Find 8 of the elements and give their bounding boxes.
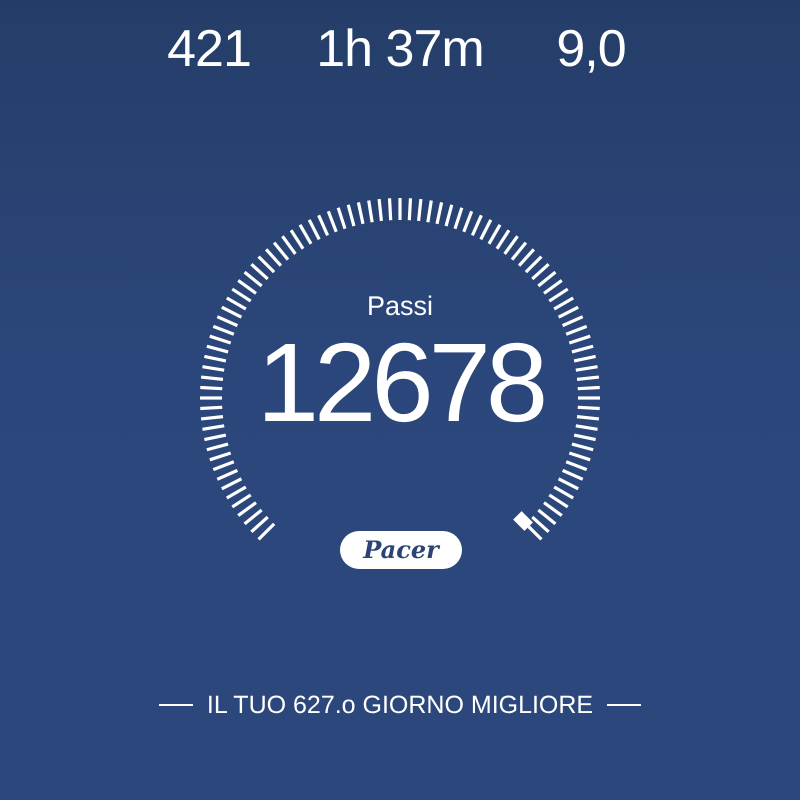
stat-value: 1h 37m	[316, 20, 484, 78]
best-day-caption: IL TUO 627.o GIORNO MIGLIORE	[206, 690, 594, 720]
steps-count: 12678	[256, 324, 544, 442]
brand-logo[interactable]: Pacer	[340, 531, 462, 569]
progress-handle	[513, 511, 543, 541]
steps-label: Passi	[366, 290, 434, 322]
stat-value: 9,0	[556, 20, 626, 78]
stat-value: 421	[167, 20, 251, 78]
